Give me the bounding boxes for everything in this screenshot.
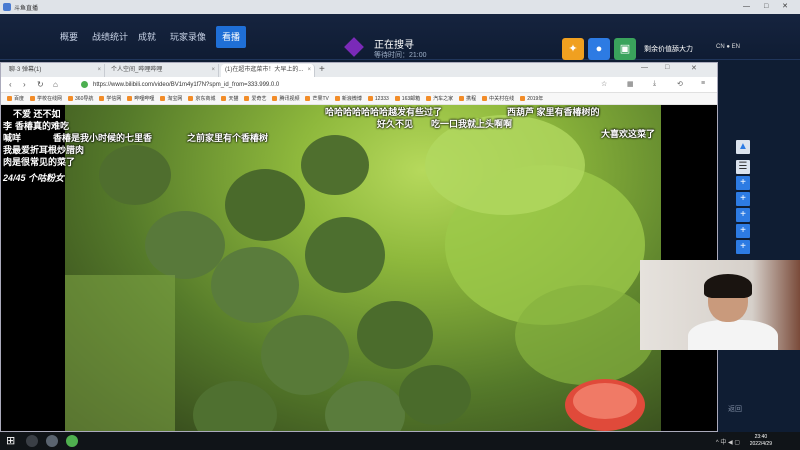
- bookmark-item[interactable]: 中关村在线: [482, 93, 514, 104]
- tab-label: (1)在超市逛菜市！大早上的...: [225, 67, 304, 73]
- webcam-overlay: [640, 260, 800, 350]
- bookmark-item[interactable]: 天猫: [221, 93, 238, 104]
- back-link[interactable]: 返回: [728, 404, 742, 414]
- star-icon[interactable]: ☆: [601, 80, 607, 88]
- video-frame: [65, 105, 661, 431]
- tab-2[interactable]: 个人空间_哔哩哔哩 ×: [107, 64, 219, 77]
- clock[interactable]: 23:40 2022/4/29: [750, 434, 772, 448]
- danmaku-comment: 吃一口我就上头啊啊: [431, 119, 513, 129]
- download-icon[interactable]: ⤓: [653, 80, 656, 88]
- system-tray[interactable]: ^ 中 ◀ ▢: [716, 437, 740, 446]
- minimize-icon[interactable]: —: [641, 64, 648, 71]
- bookmark-item[interactable]: 淘宝网: [160, 93, 182, 104]
- danmaku-comment: 肉是很常见的菜了: [3, 157, 76, 167]
- client-title: 斗鱼直播: [14, 6, 39, 12]
- close-icon[interactable]: ✕: [691, 64, 697, 72]
- refresh-icon[interactable]: ↻: [37, 80, 44, 89]
- streamer-shirt: [688, 320, 778, 350]
- collapse-up-icon[interactable]: ▲: [736, 140, 750, 154]
- close-tab-icon[interactable]: ×: [211, 64, 215, 77]
- taskbar-app-icon[interactable]: [26, 435, 38, 447]
- taskbar-app-icon[interactable]: [46, 435, 58, 447]
- friends-icon[interactable]: ●: [588, 38, 610, 60]
- nav-overview[interactable]: 概要: [54, 26, 84, 48]
- matchmaking-timer: 等待时间：21:00: [374, 52, 427, 59]
- nav-watch[interactable]: 看播: [216, 26, 247, 48]
- clock-time: 23:40: [754, 434, 768, 440]
- bookmark-item[interactable]: 新浪微博: [335, 93, 362, 104]
- nav-replays[interactable]: 玩家录像: [164, 26, 212, 48]
- tab-strip: 聊·3 弹幕(1) × 个人空间_哔哩哔哩 × (1)在超市逛菜市！大早上的... ×…: [1, 63, 717, 77]
- taskbar: ⊞ ^ 中 ◀ ▢ 23:40 2022/4/29: [0, 432, 800, 450]
- add-icon[interactable]: +: [736, 192, 750, 206]
- right-side-panel: [718, 62, 800, 432]
- clock-date: 2022/4/29: [749, 441, 772, 447]
- home-icon[interactable]: ⌂: [53, 80, 58, 89]
- extensions-icon[interactable]: ▦: [627, 80, 634, 88]
- bookmark-item[interactable]: 腾讯视频: [272, 93, 299, 104]
- danmaku-comment: 24/45 个咕粉女: [3, 173, 65, 183]
- bookmark-item[interactable]: 哔哩哔哩: [127, 93, 154, 104]
- bookmarks-bar: 百度 学校在线网 360导航 学信网 哔哩哔哩 淘宝网 京东商城 天猫 爱奇艺 腾讯视频 芒果TV 新…: [1, 93, 717, 105]
- danmaku-comment: 好久不见: [377, 119, 414, 129]
- bookmark-item[interactable]: 学信网: [99, 93, 121, 104]
- produce-shapes: [65, 115, 655, 431]
- bookmark-item[interactable]: 12333: [368, 93, 389, 104]
- nav-stats[interactable]: 战绩统计: [86, 26, 134, 48]
- bookmark-item[interactable]: 学校在线网: [30, 93, 62, 104]
- menu-icon[interactable]: ≡: [701, 80, 705, 87]
- bookmark-item[interactable]: 360导航: [68, 93, 93, 104]
- tab-1[interactable]: 聊·3 弹幕(1) ×: [5, 64, 105, 77]
- desktop: 斗鱼直播 — □ ✕ 概要 战绩统计 成就 玩家录像 看播 正在搜寻 等待时间：…: [0, 0, 800, 450]
- browser-taskbar-icon[interactable]: [66, 435, 78, 447]
- bookmark-item[interactable]: 芒果TV: [305, 93, 328, 104]
- bookmark-item[interactable]: 163邮箱: [395, 93, 420, 104]
- window-controls[interactable]: — □ ✕: [743, 2, 794, 10]
- maximize-icon[interactable]: □: [665, 64, 669, 71]
- app-icon: [3, 3, 11, 11]
- tab-label: 聊·3 弹幕(1): [9, 67, 42, 73]
- bookmark-item[interactable]: 携程: [459, 93, 476, 104]
- close-tab-icon[interactable]: ×: [97, 64, 101, 77]
- bookmark-item[interactable]: 京东商城: [188, 93, 215, 104]
- history-icon[interactable]: ⟲: [677, 80, 683, 88]
- windows-start-icon[interactable]: ⊞: [6, 434, 15, 447]
- nav-achievements[interactable]: 成就: [132, 26, 162, 48]
- profile-avatar[interactable]: ▣: [614, 38, 636, 60]
- tab-3[interactable]: (1)在超市逛菜市！大早上的... ×: [221, 64, 315, 77]
- close-tab-icon[interactable]: ×: [307, 64, 311, 77]
- list-icon[interactable]: ☰: [736, 160, 750, 174]
- add-icon[interactable]: +: [736, 208, 750, 222]
- player-name: 剩余价值舔大力: [644, 46, 693, 53]
- add-icon[interactable]: +: [736, 176, 750, 190]
- back-icon[interactable]: ‹: [9, 80, 12, 89]
- bookmark-item[interactable]: 2019年: [520, 93, 543, 104]
- add-icon[interactable]: +: [736, 224, 750, 238]
- client-titlebar: 斗鱼直播 — □ ✕: [0, 0, 800, 14]
- new-tab-button[interactable]: +: [319, 64, 325, 75]
- bookmark-item[interactable]: 百度: [7, 93, 24, 104]
- danmaku-comment: 西葫芦 家里有香椿树的: [507, 107, 600, 117]
- language-flags[interactable]: CN ● EN: [716, 44, 740, 50]
- matchmaking-status: 正在搜寻: [374, 40, 414, 51]
- tab-label: 个人空间_哔哩哔哩: [111, 67, 163, 73]
- streamer-hair: [704, 274, 752, 298]
- forward-icon[interactable]: ›: [23, 80, 26, 89]
- address-bar: ‹ › ↻ ⌂ https://www.bilibili.com/video/B…: [1, 77, 717, 93]
- danmaku-comment: 之前家里有个香椿树: [187, 133, 269, 143]
- store-icon[interactable]: ✦: [562, 38, 584, 60]
- bookmark-item[interactable]: 汽车之家: [426, 93, 453, 104]
- danmaku-comment: 大喜欢这菜了: [601, 129, 656, 139]
- bookmark-item[interactable]: 爱奇艺: [244, 93, 266, 104]
- url-field[interactable]: https://www.bilibili.com/video/BV1m4y1f7…: [79, 79, 559, 91]
- rank-emblem-icon: [344, 37, 364, 57]
- add-icon[interactable]: +: [736, 240, 750, 254]
- client-navbar: 概要 战绩统计 成就 玩家录像 看播 正在搜寻 等待时间：21:00 ✦ ● ▣…: [0, 14, 800, 60]
- browser-window: 聊·3 弹幕(1) × 个人空间_哔哩哔哩 × (1)在超市逛菜市！大早上的... ×…: [0, 62, 718, 432]
- video-player[interactable]: 不爱 还不如 香椿真的难吃 李 喊咩 香椿是我小时候的七里香 之前家里有个香椿树…: [1, 105, 717, 431]
